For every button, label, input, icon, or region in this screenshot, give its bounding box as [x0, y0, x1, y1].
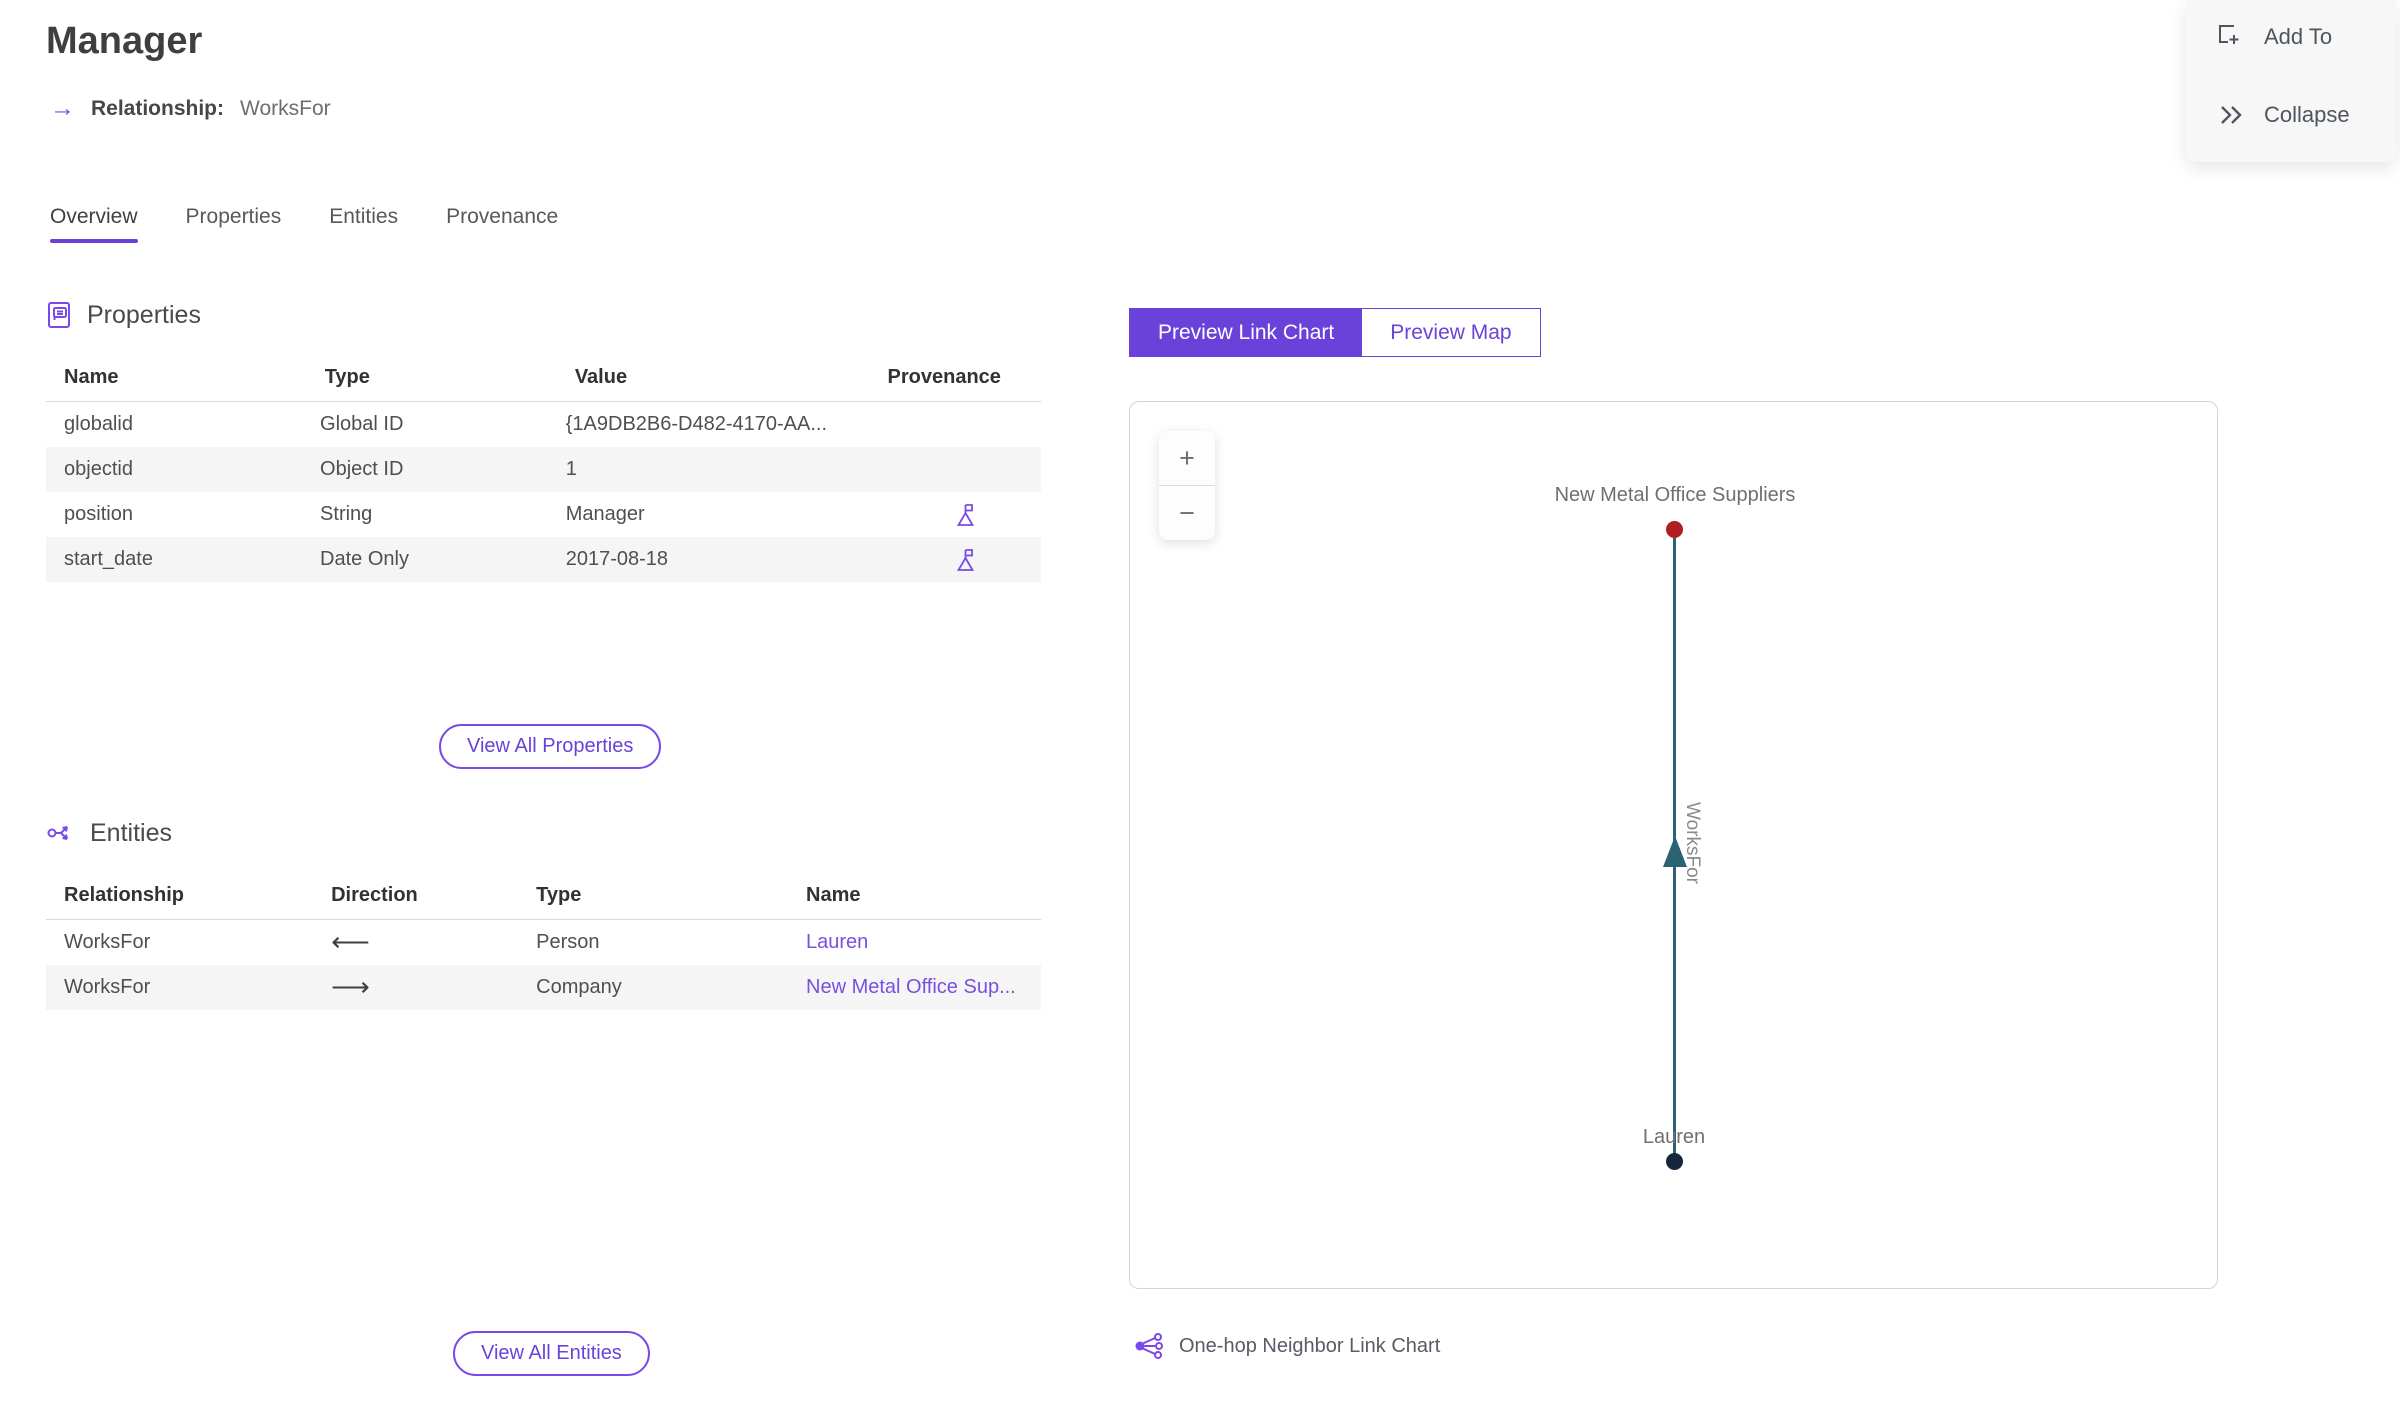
relationship-arrow-icon: →: [50, 94, 75, 122]
zoom-in-button[interactable]: +: [1159, 431, 1215, 485]
node-person[interactable]: [1666, 1153, 1683, 1170]
table-row[interactable]: objectid Object ID 1: [46, 447, 1041, 492]
entity-relationship: WorksFor: [64, 931, 151, 953]
page-title: Manager: [46, 20, 203, 62]
property-name: globalid: [64, 413, 133, 435]
add-to-icon: [2219, 25, 2239, 44]
tab-bar: Overview Properties Entities Provenance: [50, 205, 558, 243]
tab-entities[interactable]: Entities: [329, 205, 398, 243]
properties-section-title: Properties: [87, 300, 201, 329]
node-label-person: Lauren: [1642, 1126, 1706, 1148]
col-direction: Direction: [331, 884, 418, 906]
add-to-label: Add To: [2264, 24, 2333, 49]
property-value: 1: [565, 458, 577, 480]
table-row[interactable]: position String Manager: [46, 492, 1041, 537]
chart-caption: One-hop Neighbor Link Chart: [1133, 1332, 1440, 1360]
relationship-subtitle: → Relationship: WorksFor: [50, 96, 331, 121]
entities-section-header: Entities: [46, 818, 1041, 848]
node-company[interactable]: [1666, 521, 1683, 538]
property-value: Manager: [565, 503, 645, 525]
entities-section-title: Entities: [90, 818, 172, 847]
table-row[interactable]: WorksFor ⟵ Person Lauren: [46, 920, 1041, 965]
direction-left-arrow-icon: ⟵: [331, 929, 370, 956]
edge-label: WorksFor: [1682, 802, 1703, 884]
tab-properties[interactable]: Properties: [186, 205, 282, 243]
entity-type: Company: [536, 976, 622, 998]
entity-relationship: WorksFor: [64, 976, 151, 998]
col-name: Name: [806, 884, 861, 906]
tab-overview[interactable]: Overview: [50, 205, 138, 243]
property-type: Date Only: [320, 548, 409, 570]
zoom-out-button[interactable]: −: [1159, 486, 1215, 540]
entity-name-link[interactable]: Lauren: [806, 931, 868, 953]
direction-right-arrow-icon: ⟶: [331, 974, 370, 1001]
col-type: Type: [324, 366, 370, 388]
col-name: Name: [64, 366, 119, 388]
table-row[interactable]: WorksFor ⟶ Company New Metal Office Sup.…: [46, 965, 1041, 1010]
one-hop-link-chart-icon: [1135, 1333, 1163, 1359]
add-to-button[interactable]: Add To: [2216, 22, 2332, 52]
property-type: String: [320, 503, 373, 525]
preview-map-button[interactable]: Preview Map: [1362, 309, 1540, 356]
actions-panel: Add To Collapse: [2186, 0, 2396, 162]
properties-section: Properties Name Type Value Provenance gl…: [46, 300, 1041, 582]
property-provenance: [872, 548, 1041, 572]
view-all-properties-button[interactable]: View All Properties: [439, 724, 662, 769]
chart-caption-label: One-hop Neighbor Link Chart: [1179, 1334, 1441, 1357]
property-provenance: [872, 503, 1041, 527]
zoom-control: + −: [1159, 431, 1215, 540]
entities-table: Relationship Direction Type Name WorksFo…: [46, 872, 1041, 1010]
col-value: Value: [574, 366, 628, 388]
entities-icon: [47, 826, 68, 840]
property-value: {1A9DB2B6-D482-4170-AA...: [565, 413, 828, 435]
col-provenance: Provenance: [887, 366, 1001, 388]
tab-provenance[interactable]: Provenance: [446, 205, 558, 243]
collapse-label: Collapse: [2264, 102, 2350, 127]
col-relationship: Relationship: [64, 884, 185, 906]
col-type: Type: [536, 884, 582, 906]
property-name: position: [64, 503, 133, 525]
provenance-flag-icon[interactable]: [956, 548, 975, 572]
property-name: start_date: [64, 548, 153, 570]
entity-type: Person: [536, 931, 600, 953]
table-row[interactable]: start_date Date Only 2017-08-18: [46, 537, 1041, 582]
property-type: Global ID: [320, 413, 404, 435]
table-row[interactable]: globalid Global ID {1A9DB2B6-D482-4170-A…: [46, 402, 1041, 447]
properties-table: Name Type Value Provenance globalid Glob…: [46, 354, 1041, 582]
view-all-entities-button[interactable]: View All Entities: [453, 1331, 650, 1376]
properties-icon: [48, 302, 70, 328]
properties-section-header: Properties: [46, 300, 1041, 330]
property-type: Object ID: [320, 458, 404, 480]
provenance-flag-icon[interactable]: [956, 503, 975, 527]
entities-table-header: Relationship Direction Type Name: [46, 872, 1041, 920]
relationship-value: WorksFor: [240, 96, 331, 120]
preview-link-chart-button[interactable]: Preview Link Chart: [1130, 309, 1363, 356]
collapse-button[interactable]: Collapse: [2216, 102, 2350, 128]
node-label-company: New Metal Office Suppliers: [1554, 484, 1796, 506]
preview-toggle: Preview Link Chart Preview Map: [1129, 308, 1541, 357]
entities-section: Entities Relationship Direction Type Nam…: [46, 818, 1041, 1010]
entity-name-link[interactable]: New Metal Office Sup...: [806, 976, 1016, 998]
property-name: objectid: [64, 458, 133, 480]
link-chart-panel: + − New Metal Office Suppliers WorksFor …: [1129, 401, 2218, 1289]
properties-table-header: Name Type Value Provenance: [46, 354, 1041, 402]
collapse-icon: [2221, 106, 2242, 124]
relationship-label: Relationship:: [91, 96, 225, 120]
property-value: 2017-08-18: [565, 548, 669, 570]
